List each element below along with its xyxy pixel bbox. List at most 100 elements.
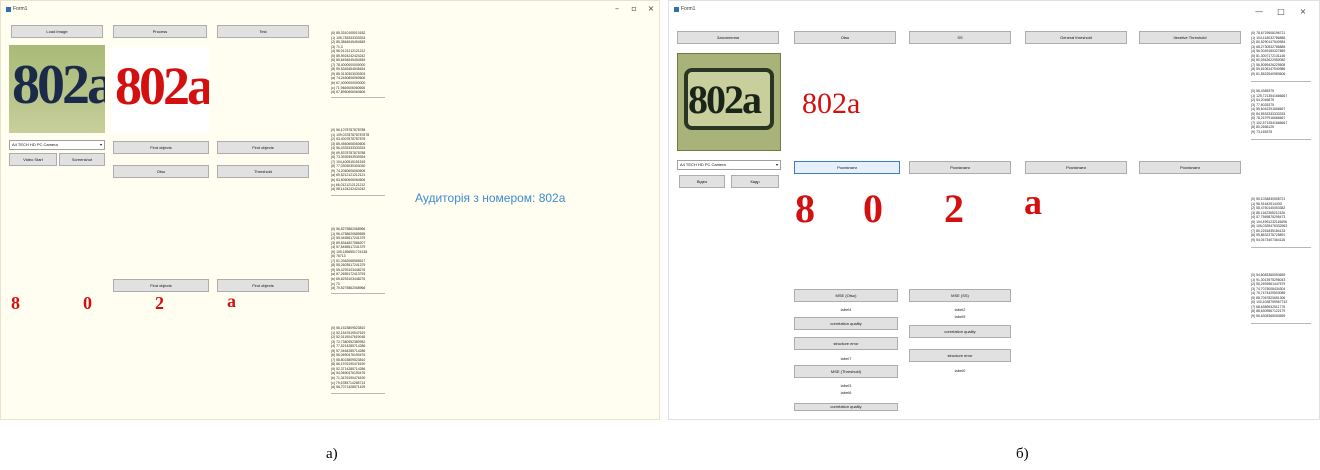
camera-photo: 802a bbox=[677, 53, 781, 151]
divider bbox=[331, 393, 385, 394]
window-b: Form1 — □ × Захоплення Otsu SS General t… bbox=[668, 0, 1320, 420]
camera-select-value: A4 TECH HD PC Camera bbox=[680, 162, 726, 167]
restore-icon[interactable]: □ bbox=[1275, 7, 1287, 16]
value-row: (d) 58,1424242424242 bbox=[331, 187, 366, 192]
threshold-button[interactable]: Threshold bbox=[217, 165, 309, 178]
correlation-quality-button-1[interactable]: correlation quality bbox=[794, 317, 898, 330]
app-icon bbox=[674, 7, 679, 12]
restore-icon[interactable]: ▫ bbox=[628, 4, 640, 13]
value-row: (0) 56,1078787878788 bbox=[331, 128, 366, 132]
mse-otsu-button[interactable]: MSE (Otsu) bbox=[794, 289, 898, 302]
value-row: (b) 65,6293103448276 bbox=[331, 277, 366, 282]
window-a-titlebar: Form1 – ▫ × bbox=[1, 1, 659, 19]
process-button[interactable]: Process bbox=[113, 25, 207, 38]
window-a: Form1 – ▫ × Load Image Process Test 802a… bbox=[0, 0, 660, 420]
digit-result: 0 bbox=[83, 293, 92, 313]
value-block: (0) 55,1034830508721 (1) 96,9164251443G (2… bbox=[1251, 197, 1287, 242]
video-start-button[interactable]: Video Start bbox=[9, 153, 57, 166]
otsu-button[interactable]: Otsu bbox=[794, 31, 896, 44]
value-row: (2) 52,0119047619048 bbox=[331, 335, 366, 340]
result-message: Аудиторія з номером: 802a bbox=[415, 191, 566, 205]
structure-error-button-2[interactable]: structure error bbox=[909, 349, 1011, 362]
value-row: (2) 85,3864545454545 bbox=[331, 40, 366, 45]
correlation-quality-button-2[interactable]: correlation quality bbox=[909, 325, 1011, 338]
chevron-down-icon: ▾ bbox=[775, 162, 778, 167]
recognize-button-4[interactable]: Розпізнати bbox=[1139, 161, 1241, 174]
value-row: (2) 53,4007878787878 bbox=[331, 137, 366, 142]
label6: label6 bbox=[840, 390, 852, 395]
figure-caption-a: а) bbox=[326, 446, 338, 462]
value-row: (2) 80,5290147540984 bbox=[1251, 40, 1286, 45]
value-row: (9) 54,0473407364116 bbox=[1251, 237, 1286, 242]
value-row: (0) 55,1034830508721 bbox=[1251, 197, 1286, 201]
mse-threshold-button[interactable]: MSE (Threshold) bbox=[794, 365, 898, 378]
window-b-titlebar: Form1 — □ × bbox=[669, 1, 1319, 19]
camera-photo: 802a bbox=[9, 45, 105, 133]
digit-result: 0 bbox=[863, 186, 883, 231]
close-icon[interactable]: × bbox=[1297, 7, 1309, 16]
value-row: (0) 54,6083365053659 bbox=[1251, 273, 1286, 277]
value-row: (b) 67,4000000000000 bbox=[331, 81, 366, 86]
label7: label7 bbox=[840, 356, 852, 361]
value-row: (9) 56,6305365053659 bbox=[1251, 313, 1286, 318]
digit-result: 2 bbox=[155, 293, 164, 313]
capture-button[interactable]: Захоплення bbox=[677, 31, 779, 44]
structure-error-button-1[interactable]: structure error bbox=[794, 337, 898, 350]
recognize-button-2[interactable]: Розпізнати bbox=[909, 161, 1011, 174]
value-row: (9) 73,165375 bbox=[1251, 129, 1273, 134]
processed-plate-text: 802a bbox=[115, 56, 209, 116]
divider bbox=[1251, 139, 1311, 140]
iterative-threshold-button[interactable]: Iterative Threshold bbox=[1139, 31, 1241, 44]
digit-result: 8 bbox=[795, 186, 815, 231]
value-row: (2) 55,0465517241379 bbox=[331, 236, 366, 241]
find-objects-button-1[interactable]: Find objects bbox=[113, 141, 209, 154]
app-icon bbox=[6, 7, 11, 12]
digit-result: a bbox=[227, 291, 236, 311]
minimize-icon[interactable]: – bbox=[611, 4, 623, 13]
value-block: (0) 56,1078787878788 (1) 109,037878787878… bbox=[331, 128, 369, 192]
value-block: (0) 56,5275862068966 (1) 96,4758620689655… bbox=[331, 227, 367, 291]
value-row: (2) 56,2693961447679 bbox=[1251, 282, 1286, 287]
video-button[interactable]: Відео bbox=[679, 175, 725, 188]
value-row: (2) 58,4760140053382 bbox=[1251, 206, 1286, 211]
divider bbox=[331, 97, 385, 98]
recognize-button-1[interactable]: Розпізнати bbox=[794, 161, 900, 174]
value-block: (0) 54,6083365053659 (1) 91,3013975296043… bbox=[1251, 273, 1287, 318]
label5: label5 bbox=[954, 314, 966, 319]
divider bbox=[1251, 247, 1311, 248]
screenshot-button[interactable]: Screenshot bbox=[59, 153, 105, 166]
recognize-button-3[interactable]: Розпізнати bbox=[1025, 161, 1127, 174]
label4: label4 bbox=[840, 307, 852, 312]
close-icon[interactable]: × bbox=[645, 4, 657, 13]
window-title: Form1 bbox=[681, 6, 696, 12]
value-block: (0) 56,4355375 (1) 125,7213541666667 (2) 5… bbox=[1251, 89, 1287, 134]
test-button[interactable]: Test bbox=[217, 25, 309, 38]
value-row: (9) 81,5522540983606 bbox=[1251, 71, 1286, 76]
camera-select[interactable]: A4 TECH HD PC Camera ▾ bbox=[9, 140, 105, 150]
value-block: (0) 78,6729508196721 (1) 104,418032786885… bbox=[1251, 31, 1285, 76]
otsu-button[interactable]: Otsu bbox=[113, 165, 209, 178]
value-row: (b) 63,6060606060606 bbox=[331, 178, 366, 183]
mse-ss-button[interactable]: MSE (SS) bbox=[909, 289, 1011, 302]
label3: label3 bbox=[840, 383, 852, 388]
digit-result: a bbox=[1024, 182, 1042, 222]
value-row: (0) 78,6729508196721 bbox=[1251, 31, 1286, 35]
find-objects-button-3[interactable]: Find objects bbox=[113, 279, 209, 292]
value-row: (d) 56,7071428571429 bbox=[331, 385, 366, 390]
label0: label0 bbox=[954, 368, 966, 373]
find-objects-button-2[interactable]: Find objects bbox=[217, 141, 309, 154]
value-row: (d) 67,8960606060606 bbox=[331, 90, 366, 95]
correlation-quality-button-3[interactable]: correlation quality bbox=[794, 403, 898, 411]
divider bbox=[331, 293, 385, 294]
chevron-down-icon: ▾ bbox=[99, 142, 102, 147]
value-row: (d) 70,5275862068966 bbox=[331, 286, 366, 291]
load-image-button[interactable]: Load Image bbox=[11, 25, 103, 38]
minimize-icon[interactable]: — bbox=[1253, 7, 1265, 16]
digit-result: 8 bbox=[11, 293, 20, 313]
ss-button[interactable]: SS bbox=[909, 31, 1011, 44]
value-row: (b) 71,3476190476190 bbox=[331, 376, 366, 381]
general-threshold-button[interactable]: General threshold bbox=[1025, 31, 1127, 44]
value-row: (0) 56,1523809523810 bbox=[331, 326, 366, 330]
camera-select[interactable]: A4 TECH HD PC Camera ▾ bbox=[677, 160, 781, 170]
frame-button[interactable]: Кадр bbox=[731, 175, 779, 188]
